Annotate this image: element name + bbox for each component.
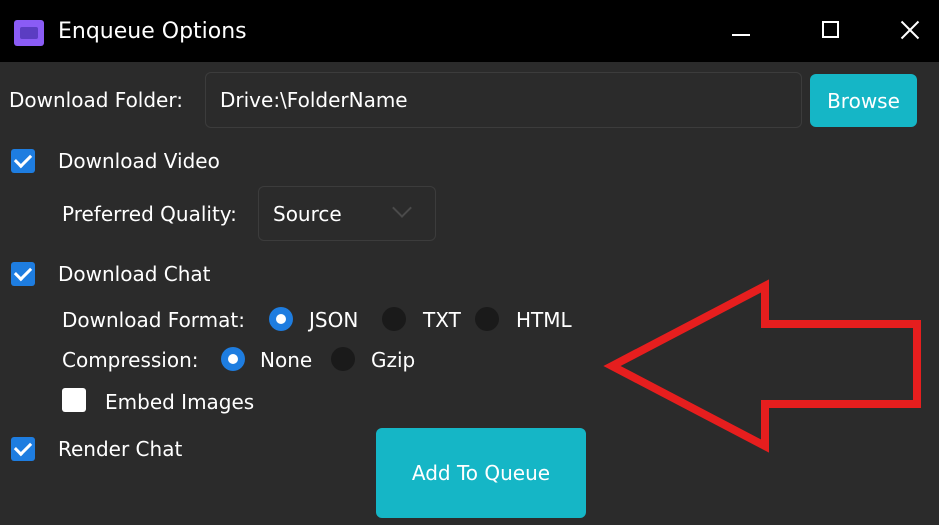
- annotation-arrow: [603, 279, 921, 453]
- enqueue-options-window: Enqueue Options Download Folder: Browse …: [0, 0, 946, 531]
- red-arrow-outline: [603, 279, 921, 453]
